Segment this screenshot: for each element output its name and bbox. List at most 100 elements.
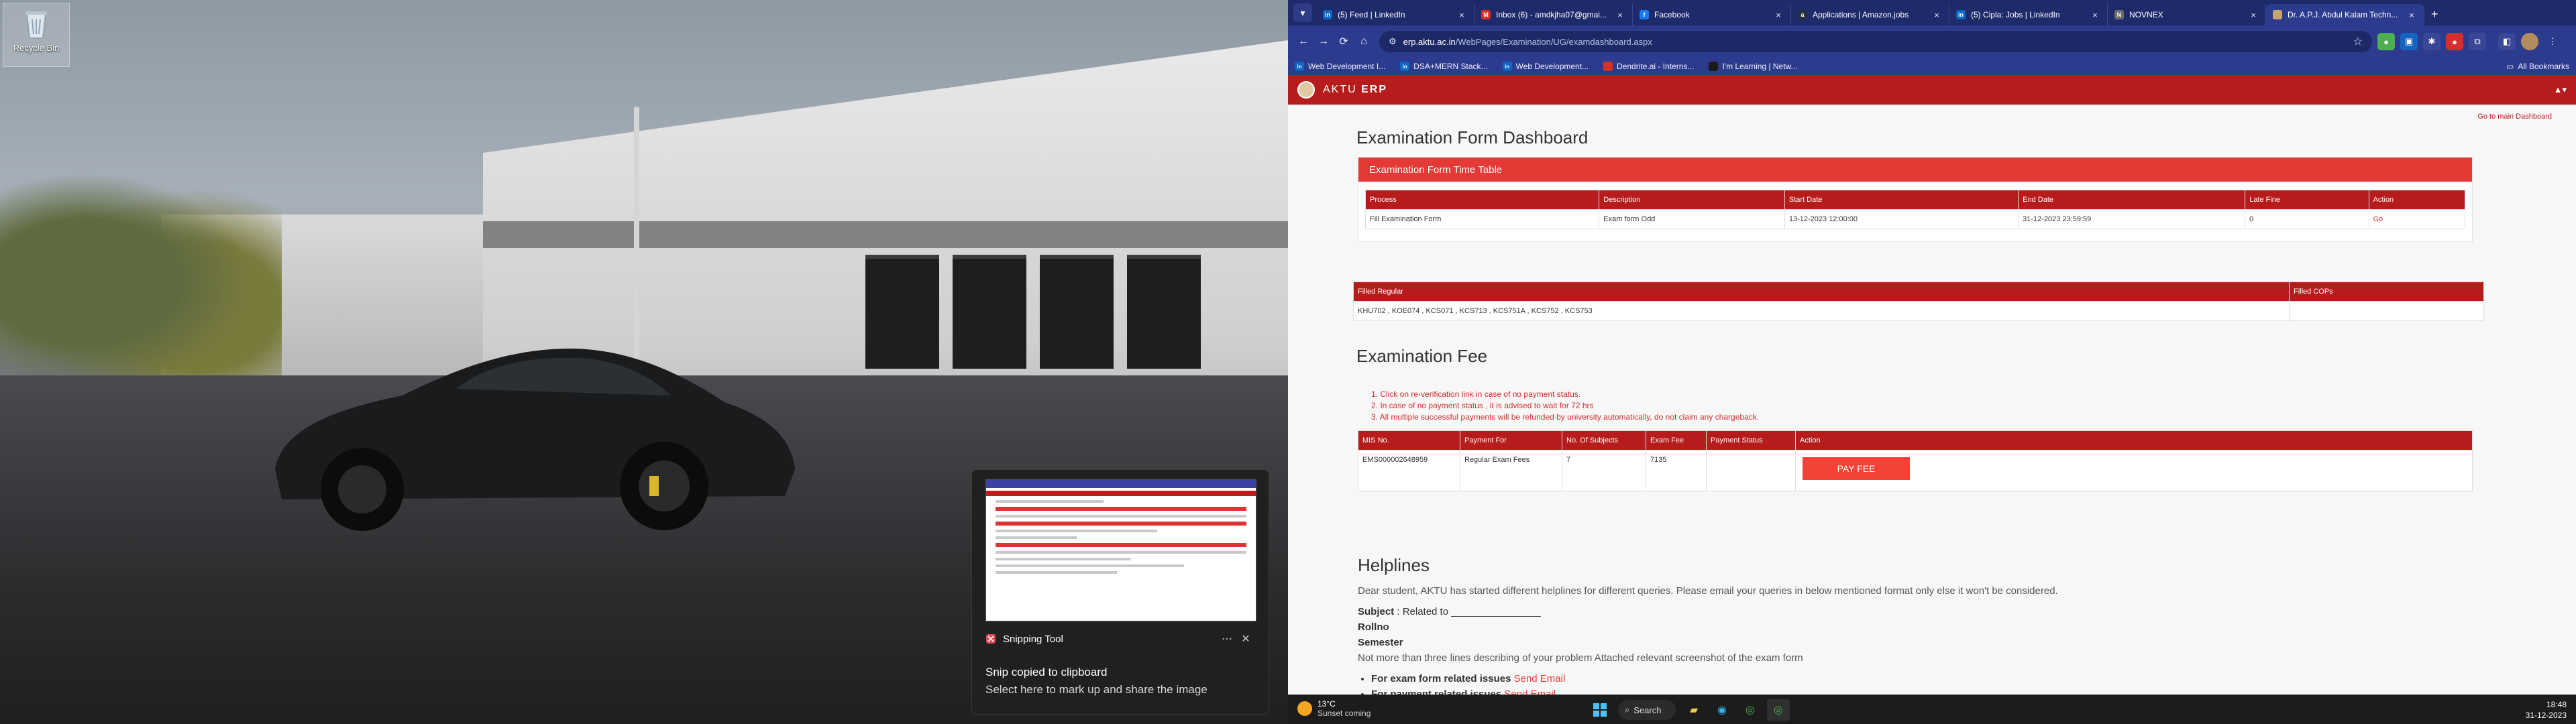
back-icon[interactable]: ← xyxy=(1293,32,1313,52)
fee-table: MIS No. Payment For No. Of Subjects Exam… xyxy=(1358,430,2473,491)
side-panel-icon[interactable]: ◧ xyxy=(2498,33,2516,50)
weather-icon xyxy=(1297,701,1312,716)
address-bar[interactable]: ⚙ erp.aktu.ac.in/WebPages/Examination/UG… xyxy=(1379,31,2372,52)
folder-icon: ▭ xyxy=(2506,62,2514,71)
home-icon[interactable]: ⌂ xyxy=(1354,32,1374,52)
browser-tab[interactable]: in (5) Feed | LinkedIn × xyxy=(1316,4,1474,25)
forward-icon[interactable]: → xyxy=(1313,32,1334,52)
new-tab-icon[interactable]: + xyxy=(2431,7,2438,21)
payment-status-cell xyxy=(1706,450,1796,491)
browser-tab[interactable]: N NOVNEX × xyxy=(2108,4,2266,25)
table-cell: 31-12-2023 23:59:59 xyxy=(2018,209,2246,229)
bookmark-item[interactable]: I'm Learning | Netw... xyxy=(1709,62,1798,71)
bookmark-star-icon[interactable]: ☆ xyxy=(2353,35,2363,48)
bookmark-label: DSA+MERN Stack... xyxy=(1413,62,1488,71)
tab-close-icon[interactable]: × xyxy=(1931,10,1942,20)
go-link[interactable]: Go xyxy=(2373,215,2383,223)
wallpaper-loading-dock xyxy=(1127,255,1201,369)
erp-header: AKTU ERP ▲▾ xyxy=(1288,75,2576,105)
weather-widget[interactable]: 13°C Sunset coming xyxy=(1297,699,1371,718)
chrome-icon[interactable]: ◎ xyxy=(1739,699,1762,721)
wallpaper-loading-dock xyxy=(865,255,939,369)
column-header: Process xyxy=(1364,190,1600,210)
browser-tab[interactable]: M Inbox (6) - amdkjha07@gmai... × xyxy=(1474,4,1633,25)
extension-icon[interactable]: ▣ xyxy=(2400,33,2418,50)
site-info-icon[interactable]: ⚙ xyxy=(1389,36,1397,47)
all-bookmarks[interactable]: ▭ All Bookmarks xyxy=(2506,62,2569,71)
column-header: Late Fine xyxy=(2245,190,2369,210)
snipping-tool-icon xyxy=(986,634,996,644)
bookmark-item[interactable]: in DSA+MERN Stack... xyxy=(1400,62,1488,71)
wallpaper-trees xyxy=(0,154,282,409)
all-bookmarks-label: All Bookmarks xyxy=(2518,62,2569,71)
taskbar-search[interactable]: ⌕ Search xyxy=(1618,700,1676,720)
edge-icon[interactable]: ◉ xyxy=(1711,699,1733,721)
extension-icon[interactable]: ● xyxy=(2377,33,2395,50)
tab-close-icon[interactable]: × xyxy=(1615,10,1625,20)
bookmark-item[interactable]: Dendrite.ai - Interns... xyxy=(1603,62,1694,71)
pay-fee-button[interactable]: PAY FEE xyxy=(1803,457,1910,480)
note-item: 1. Click on re-verification link in case… xyxy=(1371,389,1581,399)
recycle-bin-label: Recycle Bin xyxy=(13,43,60,53)
wallpaper-loading-dock xyxy=(953,255,1026,369)
tab-label: Facebook xyxy=(1654,10,1690,19)
subject-label: Subject xyxy=(1358,606,1395,617)
extensions-puzzle-icon[interactable]: ⧉ xyxy=(2469,33,2486,50)
column-header: Filled Regular xyxy=(1353,282,2290,302)
snipping-tool-notification[interactable]: Snipping Tool ⋯ ✕ Snip copied to clipboa… xyxy=(971,469,1269,715)
system-clock[interactable]: 18:48 31-12-2023 xyxy=(2526,699,2567,721)
recycle-bin[interactable]: Recycle Bin xyxy=(3,3,70,67)
column-header: Exam Fee xyxy=(1646,430,1707,450)
start-icon[interactable] xyxy=(1589,699,1611,721)
snip-thumbnail[interactable] xyxy=(985,479,1256,621)
tab-close-icon[interactable]: × xyxy=(2248,10,2259,20)
fee-notes: 1. Click on re-verification link in case… xyxy=(1371,389,1759,423)
tab-close-icon[interactable]: × xyxy=(2406,10,2417,20)
timetable-table: Process Description Start Date End Date Late… xyxy=(1364,190,2466,229)
column-header: MIS No. xyxy=(1358,430,1460,450)
note-item: 2. In case of no payment status , it is … xyxy=(1371,401,1594,410)
tab-favicon-icon xyxy=(2273,10,2282,19)
browser-tab[interactable]: in (5) Cipla: Jobs | LinkedIn × xyxy=(1949,4,2108,25)
reload-icon[interactable]: ⟳ xyxy=(1334,32,1354,52)
search-label: Search xyxy=(1633,705,1662,715)
table-cell: 0 xyxy=(2245,209,2369,229)
action-cell: PAY FEE xyxy=(1795,450,2473,491)
tab-close-icon[interactable]: × xyxy=(1456,10,1467,20)
aktu-logo[interactable] xyxy=(1297,81,1315,99)
column-header: Action xyxy=(2368,190,2466,210)
tab-close-icon[interactable]: × xyxy=(2090,10,2100,20)
close-icon[interactable]: ✕ xyxy=(1236,632,1255,646)
tab-label: Dr. A.P.J. Abdul Kalam Techn... xyxy=(2288,10,2398,19)
browser-tab[interactable]: f Facebook × xyxy=(1633,4,1791,25)
file-explorer-icon[interactable]: ▰ xyxy=(1682,699,1705,721)
table-cell: Exam form Odd xyxy=(1599,209,1785,229)
profile-avatar[interactable] xyxy=(2521,33,2538,50)
user-menu-icon[interactable]: ▲▾ xyxy=(2554,84,2567,95)
browser-tab[interactable]: Dr. A.P.J. Abdul Kalam Techn... × xyxy=(2266,4,2424,25)
bookmark-label: Web Development... xyxy=(1515,62,1589,71)
action-cell: Go xyxy=(2368,209,2466,229)
chrome-active-icon[interactable]: ◎ xyxy=(1767,699,1790,721)
send-email-link[interactable]: Send Email xyxy=(1514,673,1566,684)
browser-tab[interactable]: a Applications | Amazon.jobs × xyxy=(1791,4,1949,25)
clock-date: 31-12-2023 xyxy=(2525,711,2567,720)
more-options-icon[interactable]: ⋯ xyxy=(1218,632,1236,646)
bookmark-item[interactable]: in Web Development... xyxy=(1502,62,1589,71)
extension-icon[interactable]: ● xyxy=(2446,33,2463,50)
tab-close-icon[interactable]: × xyxy=(1773,10,1784,20)
main-dashboard-link[interactable]: Go to main Dashboard xyxy=(2477,113,2552,121)
bookmark-item[interactable]: in Web Development I... xyxy=(1295,62,1385,71)
snip-subtitle: Select here to mark up and share the ima… xyxy=(985,683,1208,696)
tab-search-icon[interactable]: ▾ xyxy=(1293,3,1312,22)
browser-menu-icon[interactable]: ⋮ xyxy=(2544,33,2561,50)
desktop-wallpaper: Recycle Bin Snipping Tool ⋯ ✕ Snip copie… xyxy=(0,0,1288,724)
semester-label: Semester xyxy=(1358,637,1403,648)
page-content: AKTU ERP ▲▾ Go to main Dashboard Examina… xyxy=(1288,75,2576,697)
extension-icon[interactable]: ✱ xyxy=(2423,33,2440,50)
tab-favicon-icon: M xyxy=(1481,10,1491,19)
helplines-intro: Dear student, AKTU has started different… xyxy=(1358,585,2058,597)
column-header: Start Date xyxy=(1784,190,2019,210)
tab-favicon-icon: a xyxy=(1798,10,1807,19)
bookmark-favicon-icon: in xyxy=(1400,62,1410,71)
